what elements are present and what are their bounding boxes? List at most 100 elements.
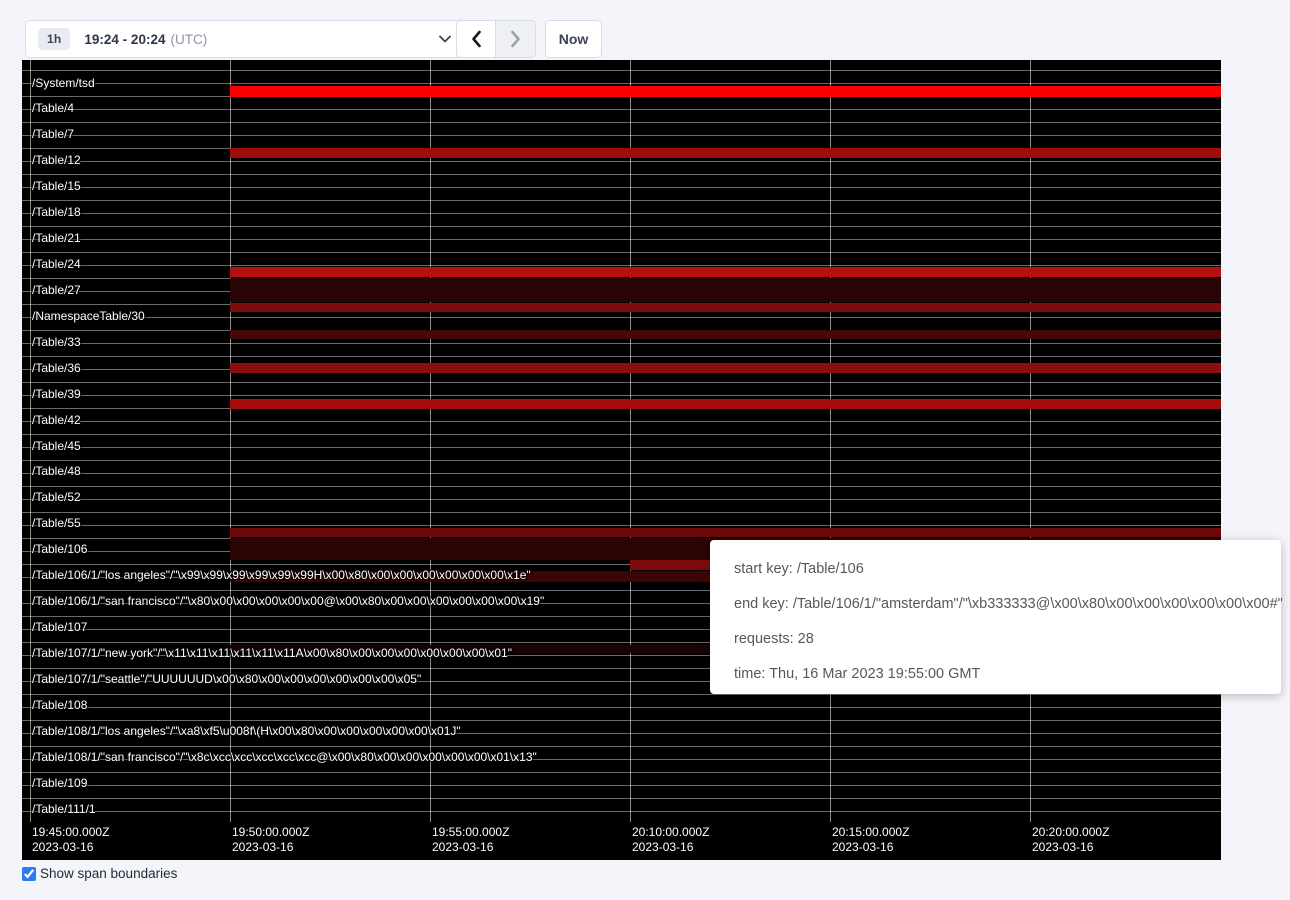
next-interval-button[interactable] <box>496 20 536 58</box>
span-boundary-line <box>22 213 1221 214</box>
key-range-label: /Table/106 <box>32 543 87 556</box>
span-boundary-line <box>22 174 1221 175</box>
span-boundary-line <box>22 109 1221 110</box>
key-range-label: /Table/106/1/"san francisco"/"\x80\x00\x… <box>32 595 544 608</box>
key-range-label: /Table/48 <box>32 465 81 478</box>
key-range-label: /NamespaceTable/30 <box>32 310 145 323</box>
span-boundary-line <box>22 421 1221 422</box>
key-range-label: /Table/21 <box>32 232 81 245</box>
x-axis-tick: 20:20:00.000Z2023-03-16 <box>1032 825 1109 855</box>
keyvis-tooltip: start key: /Table/106 end key: /Table/10… <box>710 540 1281 694</box>
span-boundary-line <box>22 83 1221 84</box>
time-bucket-line <box>430 60 431 822</box>
heat-band <box>230 278 1221 302</box>
x-axis-tick: 19:50:00.000Z2023-03-16 <box>232 825 309 855</box>
span-boundary-line <box>22 486 1221 487</box>
show-span-boundaries-label: Show span boundaries <box>40 866 177 881</box>
time-range-label: 19:24 - 20:24 <box>84 32 165 47</box>
key-range-label: /Table/18 <box>32 206 81 219</box>
span-boundary-line <box>22 512 1221 513</box>
show-span-boundaries-checkbox[interactable] <box>22 867 36 881</box>
key-range-label: /Table/108/1/"los angeles"/"\xa8\xf5\u00… <box>32 725 461 738</box>
span-boundary-line <box>22 720 1221 721</box>
key-range-label: /Table/108 <box>32 699 87 712</box>
key-range-label: /Table/107 <box>32 621 87 634</box>
chevron-right-icon <box>510 30 521 48</box>
span-boundary-line <box>22 135 1221 136</box>
span-boundary-line <box>22 239 1221 240</box>
span-boundary-line <box>22 694 1221 695</box>
span-boundary-line <box>22 200 1221 201</box>
span-boundary-line <box>22 70 1221 71</box>
time-preset-badge: 1h <box>38 28 70 50</box>
keyvis-canvas[interactable]: /System/tsd/Table/4/Table/7/Table/12/Tab… <box>22 60 1221 860</box>
key-range-label: /Table/107/1/"new york"/"\x11\x11\x11\x1… <box>32 647 512 660</box>
span-boundary-line <box>22 187 1221 188</box>
span-boundary-line <box>22 382 1221 383</box>
key-range-label: /Table/107/1/"seattle"/"UUUUUUD\x00\x80\… <box>32 673 421 686</box>
chevron-down-icon <box>439 35 451 43</box>
span-boundary-line <box>22 707 1221 708</box>
key-range-label: /Table/106/1/"los angeles"/"\x99\x99\x99… <box>32 569 531 582</box>
heat-band <box>230 363 1221 373</box>
key-range-label: /Table/27 <box>32 284 81 297</box>
key-range-label: /Table/39 <box>32 388 81 401</box>
time-bucket-line <box>1030 60 1031 822</box>
time-bucket-line <box>30 60 31 822</box>
span-boundary-line <box>22 122 1221 123</box>
key-range-label: /Table/7 <box>32 128 74 141</box>
x-axis-tick: 20:10:00.000Z2023-03-16 <box>632 825 709 855</box>
span-boundary-line <box>22 447 1221 448</box>
key-range-label: /Table/24 <box>32 258 81 271</box>
key-range-label: /Table/15 <box>32 180 81 193</box>
span-boundary-line <box>22 772 1221 773</box>
span-boundary-line <box>22 317 1221 318</box>
key-range-label: /Table/4 <box>32 102 74 115</box>
key-range-label: /Table/55 <box>32 517 81 530</box>
span-boundary-line <box>22 785 1221 786</box>
span-boundary-line <box>22 746 1221 747</box>
key-range-label: /System/tsd <box>32 77 95 90</box>
heat-band <box>230 86 1221 97</box>
tooltip-end-key: end key: /Table/106/1/"amsterdam"/"\xb33… <box>734 596 1281 612</box>
tooltip-time: time: Thu, 16 Mar 2023 19:55:00 GMT <box>734 666 1281 682</box>
time-bucket-line <box>230 60 231 822</box>
time-bucket-line <box>630 60 631 822</box>
key-range-label: /Table/36 <box>32 362 81 375</box>
heat-band <box>230 330 1221 339</box>
heat-band <box>230 267 1221 277</box>
key-range-label: /Table/111/1 <box>32 803 96 816</box>
span-boundary-line <box>22 525 1221 526</box>
span-boundary-line <box>22 395 1221 396</box>
previous-interval-button[interactable] <box>456 20 496 58</box>
tooltip-requests: requests: 28 <box>734 631 1281 647</box>
span-boundary-line <box>22 226 1221 227</box>
span-boundary-line <box>22 811 1221 812</box>
span-boundary-line <box>22 460 1221 461</box>
span-boundary-line <box>22 343 1221 344</box>
key-range-label: /Table/33 <box>32 336 81 349</box>
key-range-label: /Table/52 <box>32 491 81 504</box>
key-range-label: /Table/42 <box>32 414 81 427</box>
span-boundary-line <box>22 356 1221 357</box>
key-range-label: /Table/12 <box>32 154 81 167</box>
span-boundary-line <box>22 434 1221 435</box>
x-axis-tick: 19:55:00.000Z2023-03-16 <box>432 825 509 855</box>
span-boundary-line <box>22 473 1221 474</box>
time-range-selector[interactable]: 1h 19:24 - 20:24 (UTC) <box>25 20 464 58</box>
chevron-left-icon <box>471 30 482 48</box>
time-nav-buttons <box>456 20 536 58</box>
heat-band <box>230 528 1221 537</box>
key-range-label: /Table/45 <box>32 440 81 453</box>
span-boundary-line <box>22 252 1221 253</box>
now-button[interactable]: Now <box>545 20 602 58</box>
heat-band <box>230 399 1221 409</box>
tooltip-start-key: start key: /Table/106 <box>734 561 1281 577</box>
span-boundary-line <box>22 798 1221 799</box>
span-boundary-line <box>22 499 1221 500</box>
key-range-label: /Table/109 <box>32 777 87 790</box>
x-axis-tick: 19:45:00.000Z2023-03-16 <box>32 825 109 855</box>
span-boundary-line <box>22 161 1221 162</box>
span-boundaries-control: Show span boundaries <box>22 866 177 881</box>
key-range-label: /Table/108/1/"san francisco"/"\x8c\xcc\x… <box>32 751 537 764</box>
